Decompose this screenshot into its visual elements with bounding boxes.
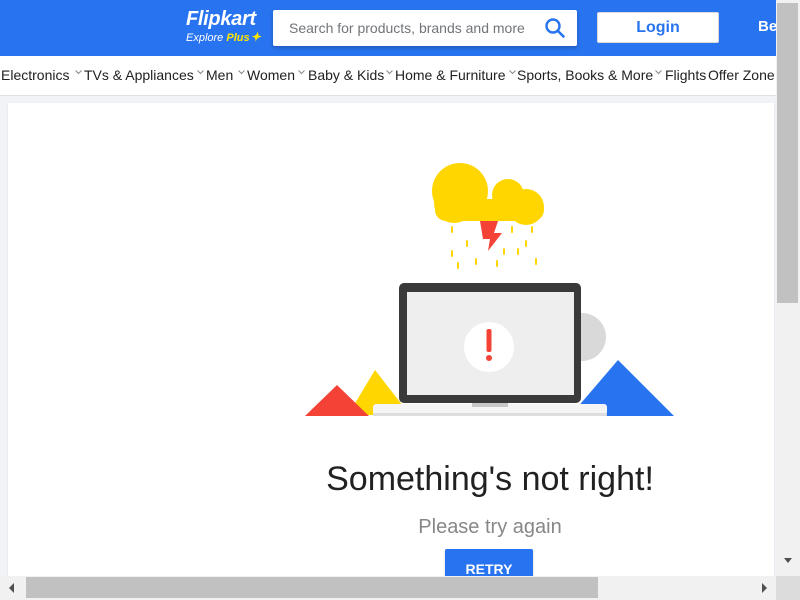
logo-wordmark: Flipkart <box>186 8 256 30</box>
logo-tagline-explore: Explore <box>186 32 224 44</box>
logo-tagline-plus: Plus <box>226 32 250 44</box>
search-button[interactable] <box>543 16 567 40</box>
search-box <box>273 10 577 46</box>
horizontal-scrollbar-thumb[interactable] <box>26 577 598 598</box>
scrollbar-corner <box>776 576 800 600</box>
vertical-scrollbar[interactable] <box>776 0 800 576</box>
flipkart-logo[interactable]: Flipkart Explore Plus✦ <box>186 8 266 48</box>
horizontal-scrollbar[interactable] <box>0 576 776 600</box>
chevron-down-icon <box>238 70 245 75</box>
nav-item-flights[interactable]: Flights <box>665 67 706 83</box>
login-button[interactable]: Login <box>597 12 719 43</box>
nav-item-baby-kids[interactable]: Baby & Kids <box>308 67 384 83</box>
chevron-down-icon <box>655 70 662 75</box>
error-subtitle: Please try again <box>418 516 562 538</box>
chevron-down-icon <box>197 70 204 75</box>
nav-item-women[interactable]: Women <box>247 67 295 83</box>
chevron-down-icon <box>509 70 516 75</box>
scroll-right-arrow-icon[interactable] <box>752 576 776 600</box>
nav-item-tvs-appliances[interactable]: TVs & Appliances <box>84 67 194 83</box>
lightning-bolt-icon <box>480 221 502 251</box>
cloud-icon <box>432 163 544 225</box>
error-title: Something's not right! <box>326 460 654 498</box>
category-nav: Electronics TVs & Appliances Men Women B… <box>0 56 800 96</box>
header-bar: Flipkart Explore Plus✦ Login Be <box>0 0 800 56</box>
nav-item-men[interactable]: Men <box>206 67 233 83</box>
become-seller-link[interactable]: Be <box>758 18 777 35</box>
alert-icon <box>464 322 514 372</box>
plus-icon: ✦ <box>250 30 261 44</box>
chevron-down-icon <box>298 70 305 75</box>
search-icon <box>545 18 565 38</box>
scroll-down-arrow-icon[interactable] <box>776 552 800 570</box>
chevron-down-icon <box>386 70 393 75</box>
nav-item-sports-books[interactable]: Sports, Books & More <box>517 67 653 83</box>
scroll-left-arrow-icon[interactable] <box>0 576 24 600</box>
chevron-down-icon <box>75 70 82 75</box>
error-laptop-cloud-illustration <box>305 163 674 416</box>
nav-item-offer-zone[interactable]: Offer Zone <box>708 67 775 83</box>
search-input[interactable] <box>273 10 529 46</box>
nav-item-electronics[interactable]: Electronics <box>1 67 69 83</box>
vertical-scrollbar-thumb[interactable] <box>777 3 798 303</box>
logo-tagline: Explore Plus✦ <box>186 30 261 45</box>
nav-item-home-furniture[interactable]: Home & Furniture <box>395 67 505 83</box>
